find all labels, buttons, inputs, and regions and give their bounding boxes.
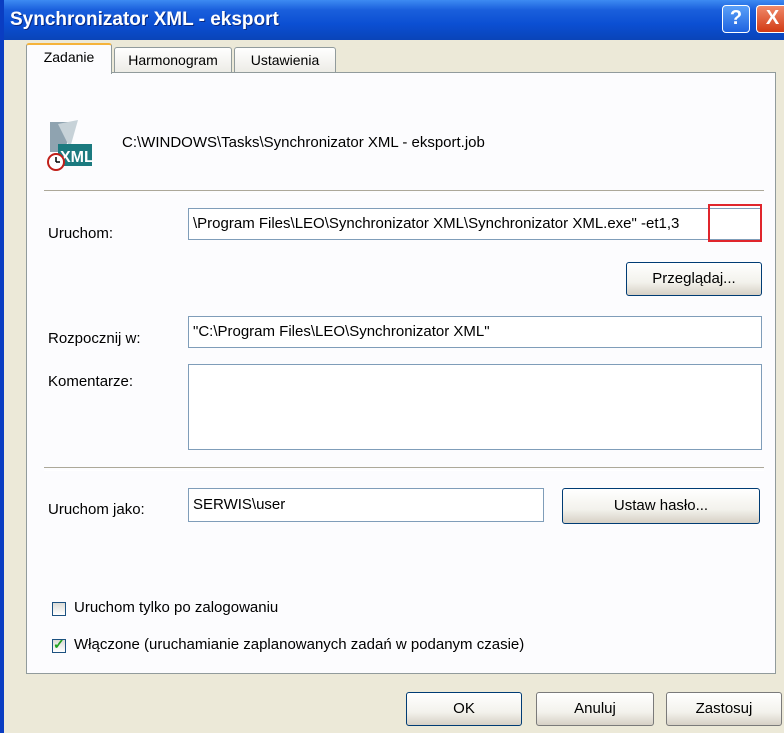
enabled-checkbox[interactable]: [52, 636, 66, 653]
close-button[interactable]: X: [756, 5, 784, 33]
enabled-label[interactable]: Włączone (uruchamianie zaplanowanych zad…: [74, 636, 524, 653]
cancel-button[interactable]: Anuluj: [536, 692, 654, 726]
title-bar[interactable]: Synchronizator XML - eksport ? X: [4, 0, 784, 40]
run-label: Uruchom:: [48, 225, 114, 242]
browse-button[interactable]: Przeglądaj...: [626, 262, 762, 296]
highlight-parameter-box: [708, 204, 762, 242]
logged-on-only-label[interactable]: Uruchom tylko po zalogowaniu: [74, 599, 278, 616]
separator-middle: [44, 467, 764, 471]
help-button[interactable]: ?: [722, 5, 750, 33]
run-as-input[interactable]: SERWIS\user: [188, 488, 544, 522]
tab-harmonogram[interactable]: Harmonogram: [114, 47, 232, 73]
comments-textarea[interactable]: [188, 364, 762, 450]
separator-top: [44, 190, 764, 194]
window-title: Synchronizator XML - eksport: [10, 9, 279, 30]
comments-label: Komentarze:: [48, 373, 134, 390]
tab-ustawienia[interactable]: Ustawienia: [234, 47, 336, 73]
svg-text:XML: XML: [60, 149, 94, 166]
apply-button[interactable]: Zastosuj: [666, 692, 782, 726]
set-password-button[interactable]: Ustaw hasło...: [562, 488, 760, 524]
start-in-label: Rozpocznij w:: [48, 330, 141, 347]
task-file-path: C:\WINDOWS\Tasks\Synchronizator XML - ek…: [122, 134, 485, 151]
tab-zadanie[interactable]: Zadanie: [26, 43, 112, 74]
task-properties-window: Synchronizator XML - eksport ? X Zadanie…: [0, 0, 784, 733]
run-as-label: Uruchom jako:: [48, 501, 145, 518]
ok-button[interactable]: OK: [406, 692, 522, 726]
start-in-input[interactable]: "C:\Program Files\LEO\Synchronizator XML…: [188, 316, 762, 348]
logged-on-only-checkbox[interactable]: [52, 602, 66, 616]
xml-task-icon: XML: [47, 120, 94, 171]
run-command-input[interactable]: \Program Files\LEO\Synchronizator XML\Sy…: [188, 208, 762, 240]
